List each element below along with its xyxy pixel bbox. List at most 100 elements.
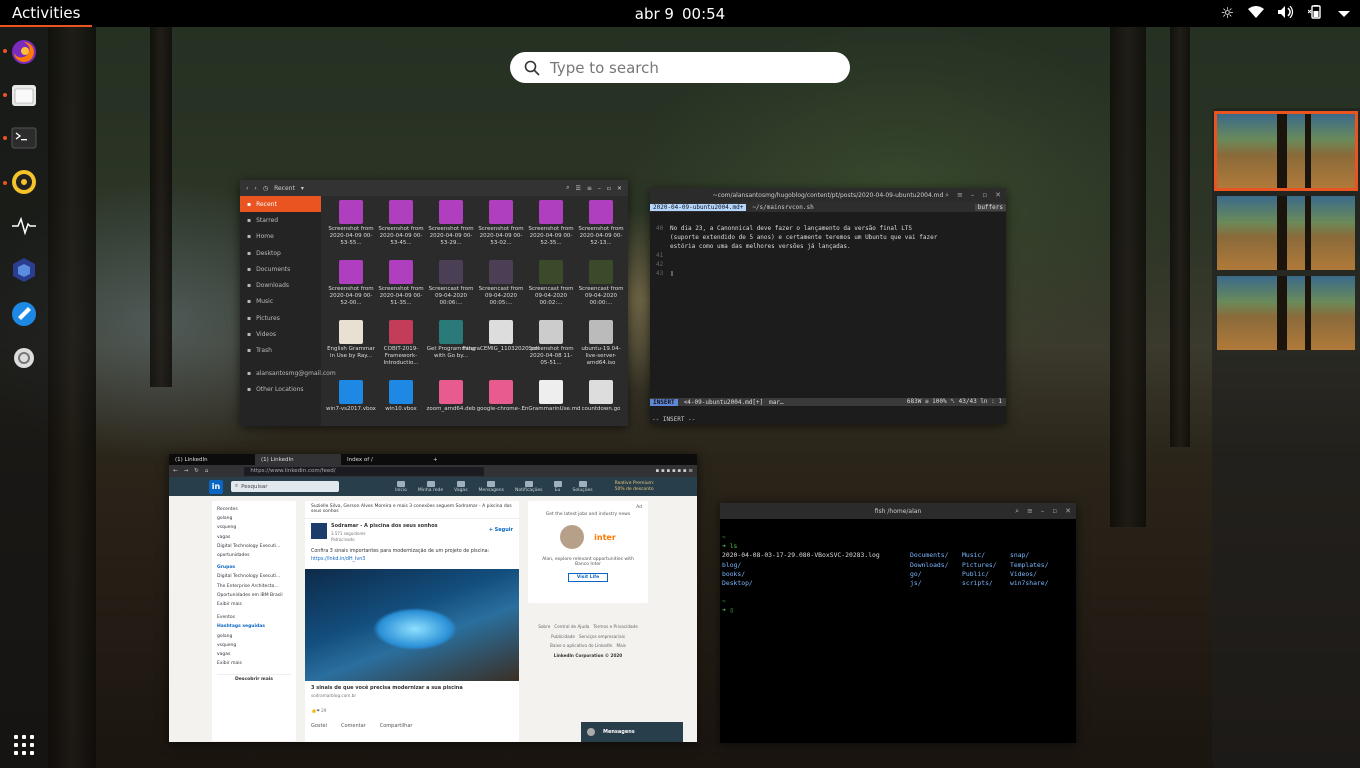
ls-entry[interactable]: Music/ (962, 551, 1010, 560)
sidebar-item[interactable]: ▪ Music (240, 294, 321, 310)
post-image[interactable] (305, 569, 519, 681)
file-item[interactable]: Screenshot from 2020-04-08 11-05-51... (526, 320, 576, 374)
activities-button[interactable]: Activities (0, 0, 93, 27)
linkedin-nav-item[interactable]: Vagas (454, 480, 468, 493)
sidebar-item[interactable]: ▪ Desktop (240, 245, 321, 261)
minimize-icon[interactable]: – (971, 191, 975, 200)
files-window[interactable]: ‹ › ◷ Recent ▾ ⌕ ☰ ≡ – ▫ ✕ ▪ Recent ▪ Starr… (240, 180, 628, 426)
footer-link[interactable]: Termos e Privacidade (593, 624, 637, 629)
back-arrow-icon[interactable]: ← (173, 468, 178, 474)
firefox-window[interactable]: (1) LinkedIn (1) LinkedIn Index of / + ←… (169, 454, 697, 742)
reload-icon[interactable]: ↻ (194, 468, 199, 474)
linkedin-nav-item[interactable]: Mensagens (479, 480, 504, 493)
workspace-thumbnail-1[interactable] (1214, 111, 1358, 191)
system-menu-chevron-down-icon[interactable] (1338, 6, 1350, 21)
maximize-icon[interactable]: ▫ (1052, 507, 1057, 516)
company-logo[interactable] (311, 523, 327, 539)
file-item[interactable]: Screenshot from 2020-04-09 00-53-29... (426, 200, 476, 254)
left-rail-header[interactable]: Grupos (217, 563, 291, 572)
ad-cta-button[interactable]: Visit Life (567, 573, 609, 582)
close-icon[interactable]: ✕ (617, 185, 622, 192)
file-item[interactable]: win7-vs2017.vbox (326, 380, 376, 426)
close-icon[interactable]: ✕ (995, 191, 1001, 200)
new-tab-plus-icon[interactable]: + (427, 454, 444, 465)
clock[interactable]: abr 9 00:54 (635, 5, 725, 23)
ls-entry[interactable]: Pictures/ (962, 561, 1010, 570)
ls-entry[interactable]: Desktop/ (722, 579, 910, 588)
sidebar-item[interactable]: ▪ Starred (240, 212, 321, 228)
browser-tab-1[interactable]: (1) LinkedIn (169, 454, 255, 465)
file-item[interactable]: Screencast from 09-04-2020 00:02:... (526, 260, 576, 314)
ls-entry[interactable]: Public/ (962, 570, 1010, 579)
linkedin-logo-icon[interactable]: in (209, 479, 223, 494)
search-icon[interactable]: ⌕ (566, 184, 569, 192)
linkedin-nav-item[interactable]: Notificações (515, 480, 543, 493)
workspace-thumbnail-3[interactable] (1217, 276, 1355, 350)
file-item[interactable]: Screencast from 09-04-2020 00:00:... (576, 260, 626, 314)
wifi-icon[interactable] (1248, 6, 1264, 21)
left-rail-item[interactable]: golang (217, 514, 291, 523)
file-item[interactable]: countdown.go (576, 380, 626, 426)
file-item[interactable]: Screenshot from 2020-04-09 00-52-00... (326, 260, 376, 314)
ls-entry[interactable]: js/ (910, 579, 962, 588)
view-options-icon[interactable]: ☰ (575, 185, 580, 192)
firefox-icon[interactable] (8, 36, 40, 68)
close-icon[interactable]: ✕ (1065, 507, 1071, 516)
file-item[interactable]: win10.vbox (376, 380, 426, 426)
minimize-icon[interactable]: – (1041, 507, 1045, 516)
left-rail-item[interactable]: The Enterprise Architecta... (217, 582, 291, 591)
menu-icon[interactable]: ≡ (587, 185, 592, 192)
left-rail-item[interactable]: vagas (217, 533, 291, 542)
ls-entry[interactable]: Templates/ (1010, 561, 1066, 570)
maximize-icon[interactable]: ▫ (607, 185, 611, 192)
file-item[interactable]: Screenshot from 2020-04-09 00-52-35... (526, 200, 576, 254)
menu-icon[interactable]: ≡ (957, 191, 963, 200)
left-rail-item[interactable]: oportunidades (217, 551, 291, 560)
rhythmbox-icon[interactable] (8, 166, 40, 198)
search-input[interactable] (550, 58, 830, 77)
file-item[interactable]: google-chrome-... (476, 380, 526, 426)
browser-tab-2[interactable]: (1) LinkedIn (255, 454, 341, 465)
left-rail-item[interactable]: vsqueng (217, 641, 291, 650)
sidebar-item[interactable]: ▪ Recent (240, 196, 321, 213)
files-icon[interactable] (8, 79, 40, 111)
ls-entry[interactable]: Videos/ (1010, 570, 1066, 579)
tab-other[interactable]: ~/s/mainsrvcon.sh (752, 204, 813, 211)
vim-terminal-window[interactable]: ~com/alansantosmg/hugoblog/content/pt/po… (650, 188, 1006, 424)
left-rail-item[interactable]: golang (217, 632, 291, 641)
overview-search-box[interactable] (510, 52, 850, 83)
ls-entry[interactable]: Downloads/ (910, 561, 962, 570)
menu-icon[interactable]: ≡ (1027, 507, 1033, 516)
company-name[interactable]: Sodramar - A piscina dos seus sonhos (331, 523, 438, 529)
file-item[interactable]: Screencast from 09-04-2020 00:05:... (476, 260, 526, 314)
footer-link[interactable]: Baixe o aplicativo do LinkedIn (550, 643, 612, 648)
ls-entry[interactable]: 2020-04-08-03-17-29.080-VBoxSVC-20283.lo… (722, 551, 910, 560)
file-item[interactable]: FaturaCEMIG_11032020.pdf (463, 320, 539, 374)
virtualbox-icon[interactable] (8, 254, 40, 286)
left-rail-header[interactable]: Hashtags seguidas (217, 622, 291, 631)
left-rail-item[interactable]: vagas (217, 650, 291, 659)
footer-link[interactable]: Sobre (538, 624, 550, 629)
ls-entry[interactable]: win7share/ (1010, 579, 1066, 588)
post-link[interactable]: https://lnkd.in/dH_Ivn3 (311, 557, 365, 562)
terminal-icon[interactable] (8, 122, 40, 154)
comment-button[interactable]: Comentar (341, 723, 366, 729)
code-editor-icon[interactable] (8, 298, 40, 330)
battery-icon[interactable] (1307, 5, 1324, 22)
messaging-bar[interactable]: Mensagens (581, 722, 683, 742)
left-rail-item[interactable]: Oportunidades em IBM Brasil (217, 591, 291, 600)
forward-arrow-icon[interactable]: → (184, 468, 189, 474)
system-tray[interactable]: ☼ (1221, 0, 1350, 27)
footer-link[interactable]: Mais (616, 643, 626, 648)
ls-entry[interactable]: scripts/ (962, 579, 1010, 588)
ls-entry[interactable]: go/ (910, 570, 962, 579)
file-item[interactable]: Screenshot from 2020-04-09 00-53-02... (476, 200, 526, 254)
browser-tab-3[interactable]: Index of / (341, 454, 427, 465)
left-rail-item[interactable]: Exibir mais (217, 600, 291, 609)
file-item[interactable]: Screencast from 09-04-2020 00:06:... (426, 260, 476, 314)
input-line[interactable]: ➜ ▯ (722, 606, 1074, 615)
location-label[interactable]: Recent (274, 185, 295, 192)
extensions-icons[interactable]: ▪ ▪ ▪ ▪ ▪ ▪ ≡ (656, 468, 693, 474)
left-rail-item[interactable]: Digital Technology Executi... (217, 542, 291, 551)
search-icon[interactable]: ⌕ (945, 191, 949, 200)
